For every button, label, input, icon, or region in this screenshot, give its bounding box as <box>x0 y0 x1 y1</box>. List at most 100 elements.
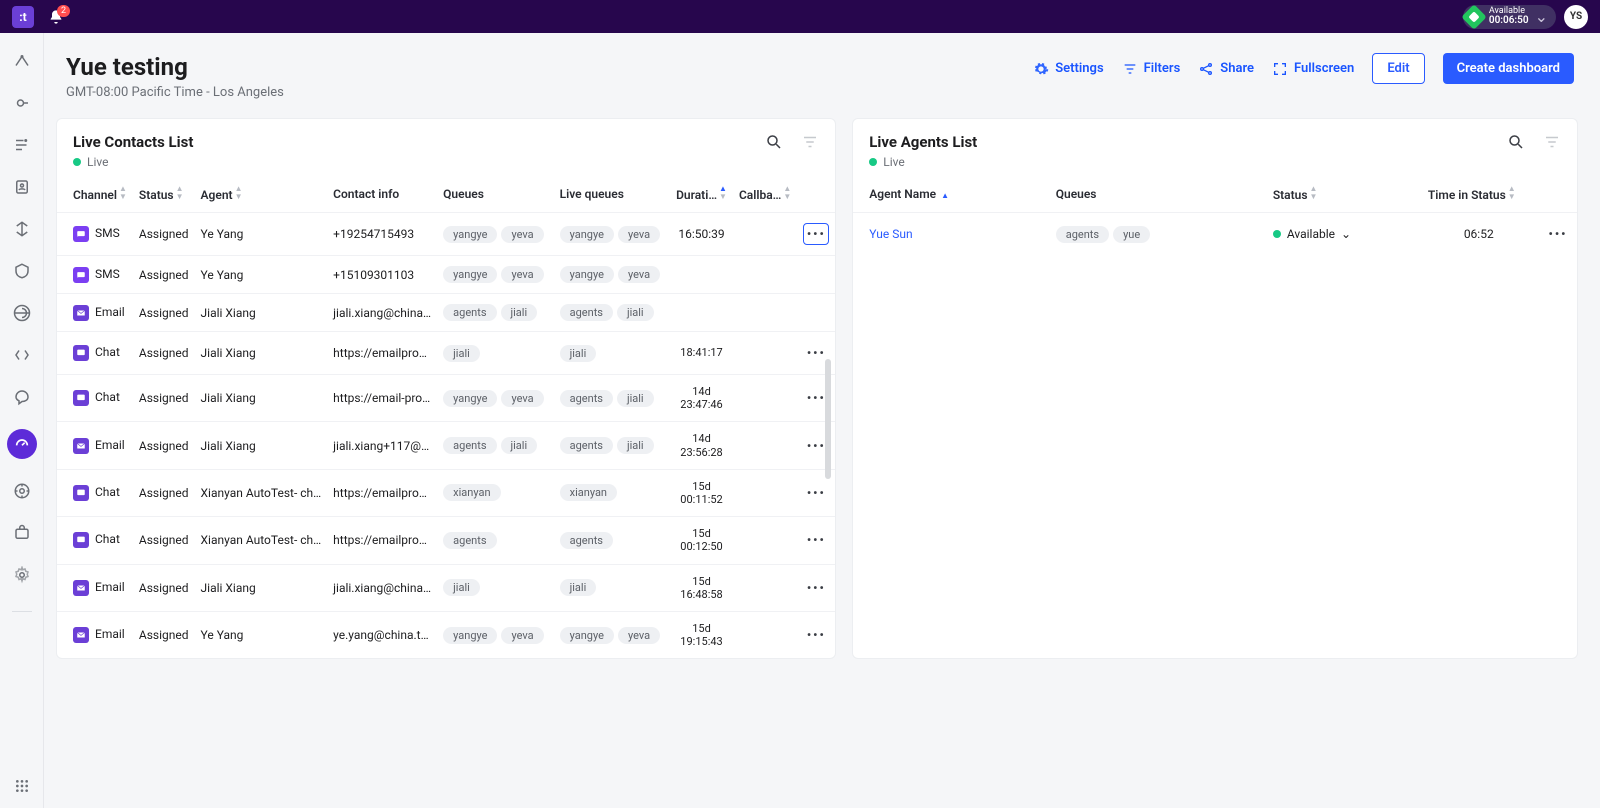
cell-actions <box>797 256 835 294</box>
row-more-button[interactable]: ••• <box>803 482 829 504</box>
col-agent-name[interactable]: Agent Name ▲ <box>853 177 1049 213</box>
cell-channel: Chat <box>57 332 133 375</box>
table-row[interactable]: Email Assigned Ye Yang ye.yang@china.tal… <box>57 611 835 658</box>
queue-pill: yangye <box>443 266 497 283</box>
cell-callback <box>733 256 797 294</box>
nav-item-2[interactable] <box>12 93 32 113</box>
nav-item-11[interactable] <box>12 523 32 543</box>
nav-item-1[interactable] <box>12 51 32 71</box>
cell-duration: 15d00:11:52 <box>670 469 733 516</box>
nav-item-settings[interactable] <box>12 565 32 585</box>
search-icon[interactable] <box>765 133 783 151</box>
table-row[interactable]: Chat Assigned Jiali Xiang https://email-… <box>57 375 835 422</box>
user-avatar[interactable]: YS <box>1564 5 1588 29</box>
notifications-bell[interactable]: 2 <box>48 9 64 25</box>
row-more-button[interactable]: ••• <box>803 529 829 551</box>
row-more-button[interactable]: ••• <box>1545 223 1571 245</box>
nav-item-9[interactable] <box>12 387 32 407</box>
col-contact-info[interactable]: Contact info <box>327 177 437 213</box>
cell-callback <box>733 422 797 469</box>
fullscreen-icon <box>1272 61 1288 77</box>
table-row[interactable]: Yue Sun agentsyue Available ⌄ 06:52 ••• <box>853 213 1577 256</box>
chat-channel-icon <box>73 485 89 501</box>
queue-pill: jiali <box>560 579 597 596</box>
cell-status: Assigned <box>133 213 195 256</box>
cell-channel: Email <box>57 422 133 469</box>
cell-agent: Xianyan AutoTest- ch… <box>195 469 328 516</box>
nav-item-6[interactable] <box>12 261 32 281</box>
live-contacts-panel: Live Contacts List Live Channel▲▼ Status… <box>56 118 836 659</box>
nav-item-7[interactable] <box>12 303 32 323</box>
filters-action[interactable]: Filters <box>1122 61 1181 77</box>
queue-pill: jiali <box>501 304 538 321</box>
row-more-button[interactable]: ••• <box>803 624 829 646</box>
queue-pill: yangye <box>443 226 497 243</box>
queue-pill: yeva <box>618 226 660 243</box>
nav-item-5[interactable] <box>12 219 32 239</box>
panel-filter-icon[interactable] <box>801 133 819 151</box>
table-row[interactable]: SMS Assigned Ye Yang +15109301103 yangye… <box>57 256 835 294</box>
col-agent-status[interactable]: Status▲▼ <box>1267 177 1422 213</box>
col-duration[interactable]: Durati…▲▼ <box>670 177 733 213</box>
cell-queues: agents <box>437 517 553 564</box>
nav-item-10[interactable] <box>12 481 32 501</box>
agent-status-pill[interactable]: Available 00:06:50 ⌄ <box>1463 5 1556 29</box>
search-icon[interactable] <box>1507 133 1525 151</box>
cell-agent-name: Yue Sun <box>853 213 1049 256</box>
table-row[interactable]: Chat Assigned Xianyan AutoTest- ch… http… <box>57 469 835 516</box>
cell-agent: Jiali Xiang <box>195 294 328 332</box>
cell-queues: yangyeyeva <box>437 375 553 422</box>
col-live-queues[interactable]: Live queues <box>554 177 670 213</box>
col-agent[interactable]: Agent▲▼ <box>195 177 328 213</box>
cell-contact: jiali.xiang@china.talk… <box>327 564 437 611</box>
cell-status: Assigned <box>133 332 195 375</box>
cell-live-queues: agentsjiali <box>554 422 670 469</box>
cell-agent: Xianyan AutoTest- ch… <box>195 517 328 564</box>
table-row[interactable]: Email Assigned Jiali Xiang jiali.xiang+1… <box>57 422 835 469</box>
status-time: 00:06:50 <box>1489 16 1529 26</box>
app-logo[interactable]: :t <box>12 6 34 28</box>
queue-pill: yue <box>1113 226 1150 243</box>
contacts-panel-title: Live Contacts List <box>73 133 193 151</box>
nav-item-3[interactable] <box>12 135 32 155</box>
row-more-button[interactable]: ••• <box>803 223 829 245</box>
nav-apps-grid[interactable] <box>12 776 32 796</box>
queue-pill: xianyan <box>443 484 500 501</box>
table-row[interactable]: Email Assigned Jiali Xiang jiali.xiang@c… <box>57 294 835 332</box>
table-row[interactable]: Chat Assigned Jiali Xiang https://emailp… <box>57 332 835 375</box>
table-row[interactable]: Chat Assigned Xianyan AutoTest- ch… http… <box>57 517 835 564</box>
queue-pill: jiali <box>617 304 654 321</box>
col-channel[interactable]: Channel▲▼ <box>57 177 133 213</box>
nav-item-dashboard-active[interactable] <box>7 429 37 459</box>
cell-live-queues: xianyan <box>554 469 670 516</box>
col-status[interactable]: Status▲▼ <box>133 177 195 213</box>
email-channel-icon <box>73 627 89 643</box>
table-row[interactable]: SMS Assigned Ye Yang +19254715493 yangye… <box>57 213 835 256</box>
col-agent-queues[interactable]: Queues <box>1050 177 1267 213</box>
nav-item-8[interactable] <box>12 345 32 365</box>
settings-action[interactable]: Settings <box>1033 61 1103 77</box>
live-label: Live <box>883 155 904 169</box>
cell-duration: 16:50:39 <box>670 213 733 256</box>
table-row[interactable]: Email Assigned Jiali Xiang jiali.xiang@c… <box>57 564 835 611</box>
left-nav-rail <box>0 33 44 808</box>
scrollbar[interactable] <box>825 359 831 479</box>
nav-item-4[interactable] <box>12 177 32 197</box>
panel-filter-icon[interactable] <box>1543 133 1561 151</box>
create-dashboard-button[interactable]: Create dashboard <box>1443 53 1574 84</box>
cell-actions: ••• Copy details Transfer View conversat… <box>797 213 835 256</box>
row-more-button[interactable]: ••• <box>803 577 829 599</box>
cell-agent: Jiali Xiang <box>195 332 328 375</box>
cell-agent-status[interactable]: Available ⌄ <box>1267 213 1422 256</box>
share-action[interactable]: Share <box>1198 61 1254 77</box>
edit-button[interactable]: Edit <box>1372 53 1424 84</box>
col-queues[interactable]: Queues <box>437 177 553 213</box>
fullscreen-action[interactable]: Fullscreen <box>1272 61 1354 77</box>
col-time-in-status[interactable]: Time in Status▲▼ <box>1422 177 1536 213</box>
cell-callback <box>733 517 797 564</box>
col-callback[interactable]: Callba…▲▼ <box>733 177 797 213</box>
queue-pill: jiali <box>501 437 538 454</box>
cell-live-queues: yangyeyeva <box>554 213 670 256</box>
queue-pill: jiali <box>443 345 480 362</box>
queue-pill: yeva <box>501 226 543 243</box>
